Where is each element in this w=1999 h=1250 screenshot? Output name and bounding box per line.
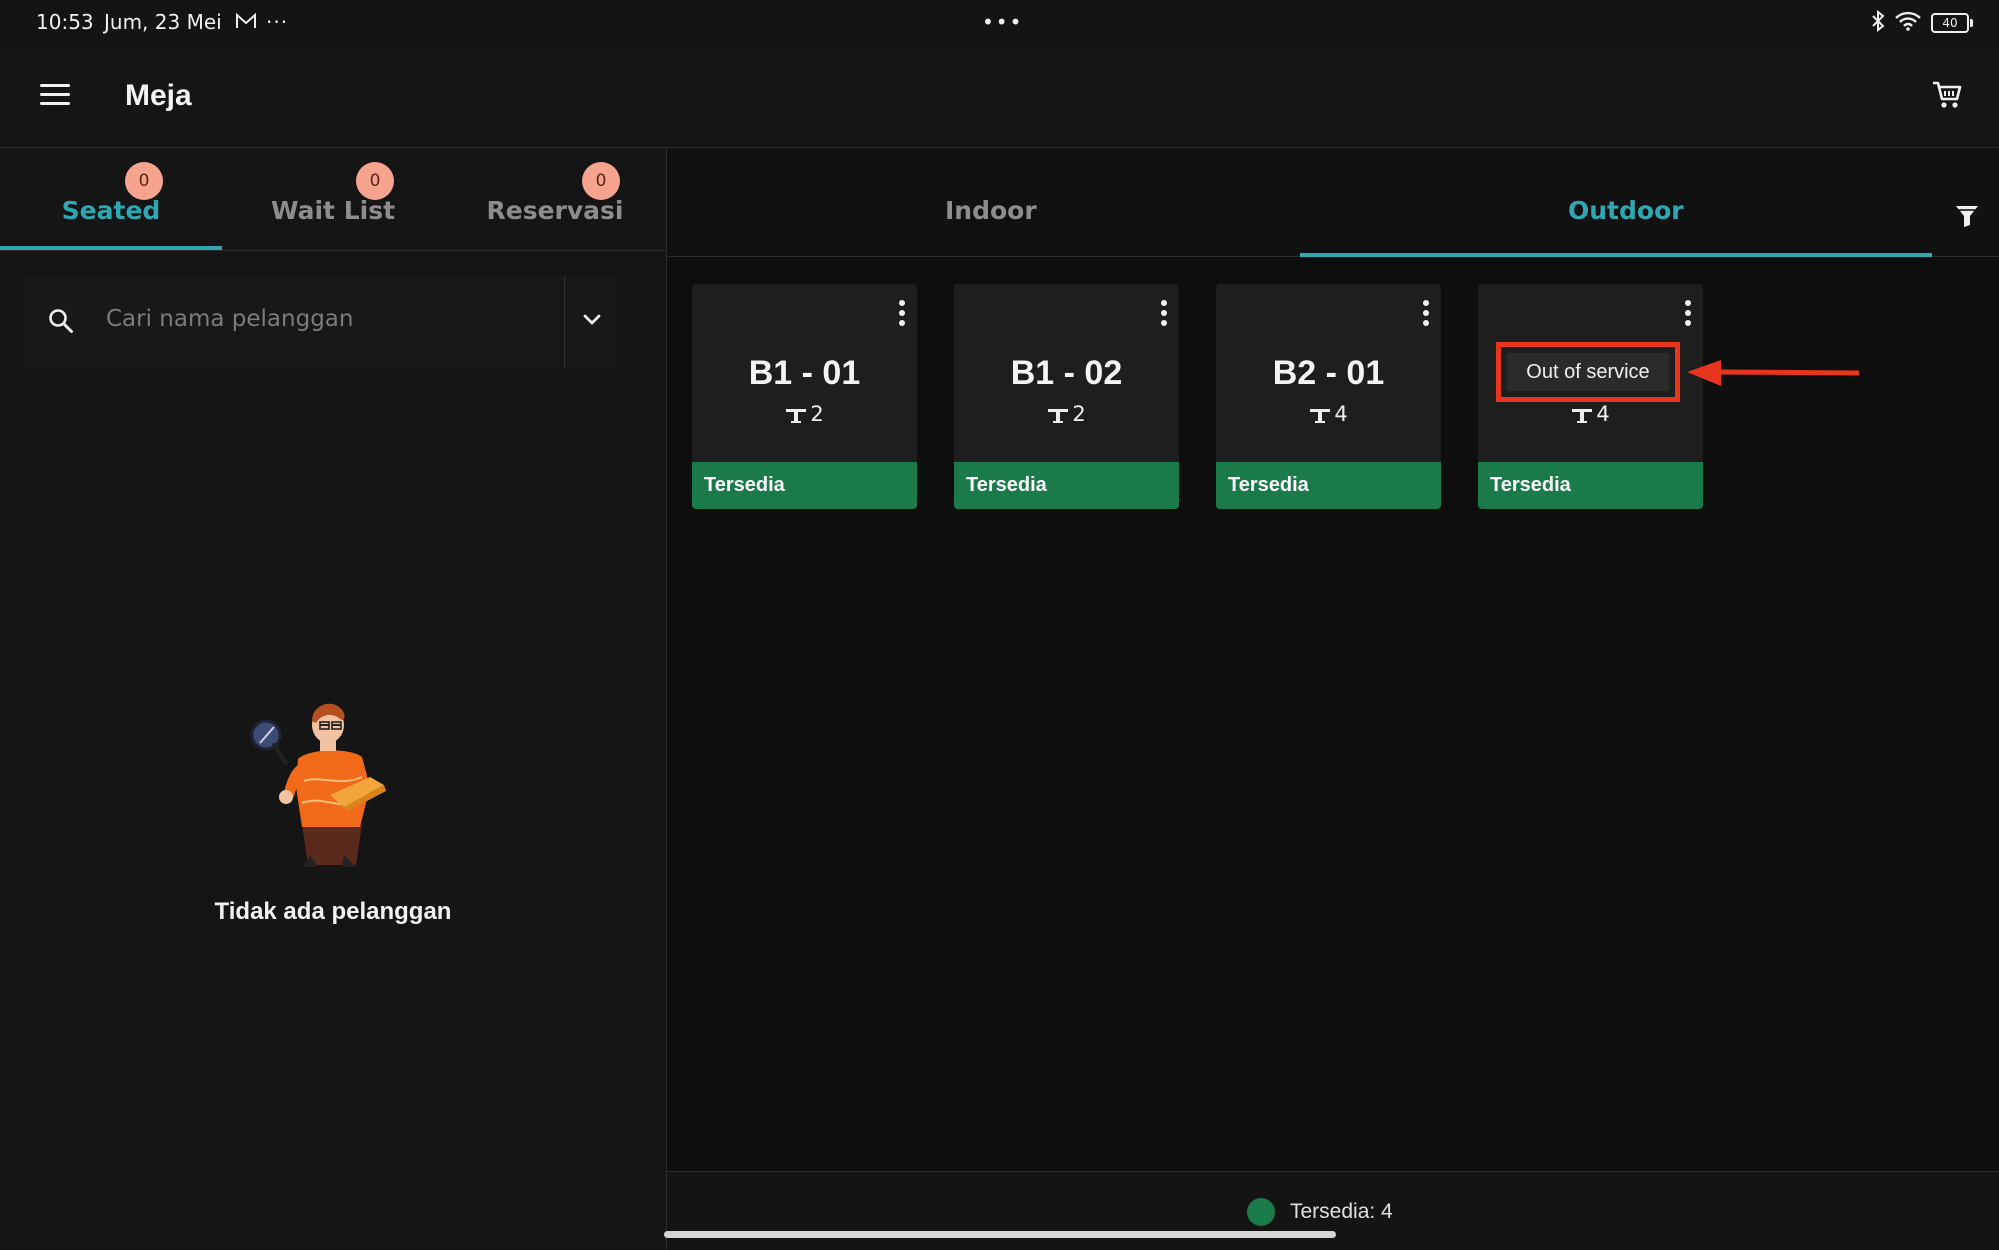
active-tab-indicator bbox=[1300, 253, 1932, 257]
more-options-icon[interactable] bbox=[1423, 300, 1429, 330]
table-card[interactable]: B2 - 01 4 Tersedia bbox=[1216, 284, 1441, 509]
filter-icon[interactable] bbox=[1954, 203, 1980, 233]
tab-reservasi[interactable]: 0 Reservasi bbox=[444, 148, 666, 250]
tab-badge: 0 bbox=[125, 162, 163, 200]
tab-label: Wait List bbox=[270, 196, 396, 225]
area-tabs: Indoor Outdoor bbox=[667, 148, 1999, 257]
table-capacity: 2 bbox=[954, 402, 1179, 426]
more-options-icon[interactable] bbox=[899, 300, 905, 330]
table-name: B1 - 02 bbox=[1010, 354, 1123, 392]
bluetooth-icon bbox=[1871, 9, 1885, 36]
annotation-highlight-box: Out of service bbox=[1496, 342, 1680, 402]
status-label: Tersedia bbox=[1216, 462, 1441, 509]
search-input[interactable]: Cari nama pelanggan bbox=[106, 306, 353, 332]
tab-label: Reservasi bbox=[486, 196, 624, 225]
app-bar: Meja bbox=[0, 46, 1999, 148]
chevron-down-icon[interactable] bbox=[579, 306, 605, 336]
capacity-value: 2 bbox=[810, 402, 824, 426]
more-options-icon[interactable] bbox=[1161, 300, 1167, 330]
table-panel: Indoor Outdoor B1 - 01 2 Tersedia B1 - 0… bbox=[667, 148, 1999, 1250]
wifi-icon bbox=[1895, 11, 1921, 35]
table-capacity-icon bbox=[786, 409, 807, 423]
status-label: Tersedia bbox=[692, 462, 917, 509]
divider bbox=[564, 276, 565, 368]
legend-text: Tersedia: 4 bbox=[1290, 1200, 1393, 1223]
more-options-icon[interactable] bbox=[1685, 300, 1691, 330]
empty-state-illustration bbox=[240, 685, 430, 879]
cart-icon[interactable] bbox=[1931, 79, 1963, 115]
table-capacity: 2 bbox=[692, 402, 917, 426]
table-name: B1 - 01 bbox=[748, 354, 861, 392]
table-capacity: 4 bbox=[1478, 402, 1703, 426]
search-icon bbox=[48, 308, 74, 338]
table-capacity-icon bbox=[1048, 409, 1069, 423]
tab-label: Seated bbox=[61, 196, 161, 225]
status-bar: 10:53 Jum, 23 Mei ··· ••• 40 bbox=[0, 0, 1999, 46]
table-card[interactable]: B1 - 02 2 Tersedia bbox=[954, 284, 1179, 509]
status-more-indicator: ··· bbox=[266, 10, 289, 34]
table-capacity-icon bbox=[1310, 409, 1331, 423]
table-card[interactable]: B1 - 01 2 Tersedia bbox=[692, 284, 917, 509]
table-capacity-icon bbox=[1572, 409, 1593, 423]
home-indicator[interactable] bbox=[664, 1231, 1336, 1238]
annotation-arrow-icon bbox=[1685, 358, 1861, 392]
page-title: Meja bbox=[125, 79, 192, 112]
customer-panel: 0 Seated 0 Wait List 0 Reservasi Cari na… bbox=[0, 148, 667, 1249]
table-capacity: 4 bbox=[1216, 402, 1441, 426]
capacity-value: 2 bbox=[1072, 402, 1086, 426]
out-of-service-tooltip: Out of service bbox=[1507, 353, 1669, 391]
search-field[interactable]: Cari nama pelanggan bbox=[24, 276, 616, 368]
tab-outdoor[interactable]: Outdoor bbox=[1568, 196, 1684, 225]
table-name: B2 - 01 bbox=[1272, 354, 1385, 392]
legend-bar: Tersedia: 4 bbox=[667, 1171, 1999, 1250]
status-label: Tersedia bbox=[954, 462, 1179, 509]
status-icons: 40 bbox=[1871, 9, 1973, 36]
tab-badge: 0 bbox=[582, 162, 620, 200]
empty-state-text: Tidak ada pelanggan bbox=[214, 898, 452, 925]
divider bbox=[0, 250, 666, 251]
multitask-dots[interactable]: ••• bbox=[982, 10, 1023, 34]
tab-seated[interactable]: 0 Seated bbox=[0, 148, 222, 250]
tab-badge: 0 bbox=[356, 162, 394, 200]
status-label: Tersedia bbox=[1478, 462, 1703, 509]
status-time: 10:53 bbox=[36, 10, 94, 34]
capacity-value: 4 bbox=[1596, 402, 1610, 426]
tab-indoor[interactable]: Indoor bbox=[945, 196, 1037, 225]
menu-icon[interactable] bbox=[40, 84, 70, 106]
status-date: Jum, 23 Mei bbox=[104, 10, 222, 34]
capacity-value: 4 bbox=[1334, 402, 1348, 426]
mail-icon bbox=[236, 10, 256, 34]
available-dot-icon bbox=[1247, 1198, 1275, 1226]
tab-wait-list[interactable]: 0 Wait List bbox=[222, 148, 444, 250]
battery-icon: 40 bbox=[1931, 13, 1973, 33]
